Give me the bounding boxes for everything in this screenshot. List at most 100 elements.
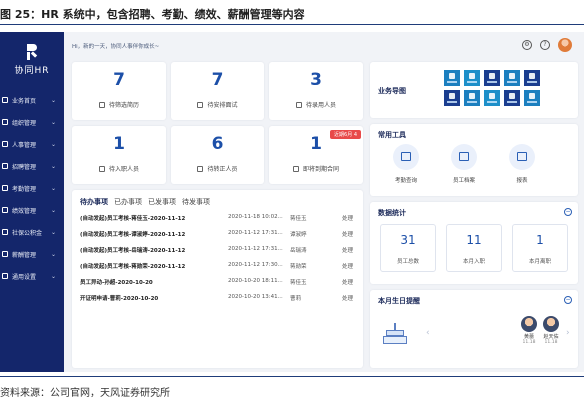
home-icon bbox=[2, 97, 8, 103]
tab-done[interactable]: 已办事项 bbox=[114, 197, 142, 207]
module-tile-icon[interactable] bbox=[524, 90, 540, 106]
top-actions: ⚙ ? bbox=[522, 38, 572, 52]
collapse-icon[interactable]: − bbox=[564, 208, 572, 216]
business-map-tiles[interactable] bbox=[444, 70, 572, 108]
stat-card-regularization[interactable]: 6 待转正人员 bbox=[171, 126, 264, 184]
module-tile-icon[interactable] bbox=[484, 90, 500, 106]
resume-icon bbox=[98, 101, 105, 108]
stat-monthly-hires[interactable]: 11 本月入职 bbox=[446, 224, 502, 272]
sidebar-item-attendance[interactable]: 考勤管理 ⌄ bbox=[0, 177, 64, 199]
sidebar-item-recruitment[interactable]: 招聘管理 ⌄ bbox=[0, 155, 64, 177]
organization-icon bbox=[2, 119, 8, 125]
module-tile-icon[interactable] bbox=[504, 70, 520, 86]
stat-card-resumes[interactable]: 7 待筛选简历 bbox=[72, 62, 166, 120]
employee-file-icon bbox=[451, 144, 477, 170]
module-tile-icon[interactable] bbox=[464, 70, 480, 86]
table-row[interactable]: 开证明申请-曹莉-2020-10-20 2020-10-20 13:41... 曹莉… bbox=[80, 292, 370, 306]
chevron-right-icon[interactable]: › bbox=[566, 328, 570, 338]
greeting-text: Hi，新的一天，协同人事伴你成长~ bbox=[72, 44, 160, 50]
figure-source: 资料来源：公司官网，天风证券研究所 bbox=[0, 388, 170, 399]
tab-todo[interactable]: 待办事项 bbox=[80, 197, 108, 207]
tab-sent[interactable]: 已发事项 bbox=[148, 197, 176, 207]
stat-total-employees[interactable]: 31 员工总数 bbox=[380, 224, 436, 272]
chevron-down-icon: ⌄ bbox=[50, 272, 56, 280]
handle-link[interactable]: 处理 bbox=[342, 246, 353, 254]
clock-icon bbox=[2, 185, 8, 191]
chevron-left-icon[interactable]: ‹ bbox=[426, 328, 430, 338]
chevron-down-icon: ⌄ bbox=[50, 228, 56, 236]
source-divider bbox=[0, 376, 584, 377]
sidebar-item-social-security[interactable]: 社保公积金 ⌄ bbox=[0, 221, 64, 243]
common-tools-title: 常用工具 bbox=[378, 131, 406, 139]
module-tile-icon[interactable] bbox=[484, 70, 500, 86]
business-map-title: 业务导图 bbox=[378, 87, 406, 95]
chevron-down-icon: ⌄ bbox=[50, 250, 56, 258]
chevron-down-icon: ⌄ bbox=[50, 96, 56, 104]
app-logo[interactable]: 协同HR bbox=[10, 44, 54, 76]
person-icon bbox=[2, 141, 8, 147]
stat-card-onboarding[interactable]: 1 待入职人员 bbox=[72, 126, 166, 184]
chevron-down-icon: ⌄ bbox=[50, 118, 56, 126]
handle-link[interactable]: 处理 bbox=[342, 214, 353, 222]
collapse-icon[interactable]: − bbox=[564, 296, 572, 304]
interview-icon bbox=[197, 101, 204, 108]
calendar-icon bbox=[197, 165, 204, 172]
sidebar-item-settings[interactable]: 通用设置 ⌄ bbox=[0, 265, 64, 287]
recruit-icon bbox=[2, 163, 8, 169]
table-row[interactable]: (自动发起)员工考核-岳瑞涛-2020-11-12 2020-11-12 17:3… bbox=[80, 244, 370, 258]
birthday-title: 本月生日提醒 bbox=[378, 297, 420, 305]
module-tile-icon[interactable] bbox=[524, 70, 540, 86]
stat-card-contracts[interactable]: 近期6月 4 1 即将到期合同 bbox=[269, 126, 363, 184]
org-chart-icon[interactable]: ⚙ bbox=[522, 40, 532, 50]
handle-link[interactable]: 处理 bbox=[342, 294, 353, 302]
table-row[interactable]: 员工异动-孙超-2020-10-20 2020-10-20 18:11... 蒋佳玉… bbox=[80, 276, 370, 290]
sidebar-item-organization[interactable]: 组织管理 ⌄ bbox=[0, 111, 64, 133]
report-icon bbox=[509, 144, 535, 170]
stat-card-hires[interactable]: 3 待录用人员 bbox=[269, 62, 363, 120]
module-tile-icon[interactable] bbox=[444, 70, 460, 86]
tasks-tabs: 待办事项 已办事项 已发事项 待发事项 bbox=[80, 197, 210, 207]
tab-to-send[interactable]: 待发事项 bbox=[182, 197, 210, 207]
handle-link[interactable]: 处理 bbox=[342, 230, 353, 238]
handle-link[interactable]: 处理 bbox=[342, 278, 353, 286]
help-icon[interactable]: ? bbox=[540, 40, 550, 50]
logo-text: 协同HR bbox=[14, 66, 50, 76]
table-row[interactable]: (自动发起)员工考核-谭淑婷-2020-11-12 2020-11-12 17:3… bbox=[80, 228, 370, 242]
top-bar: Hi，新的一天，协同人事伴你成长~ ⚙ ? bbox=[64, 32, 584, 60]
birthday-person[interactable]: 赵天佑 11.18 bbox=[540, 316, 562, 345]
chart-icon bbox=[2, 207, 8, 213]
table-row[interactable]: (自动发起)员工考核-蒋佳玉-2020-11-12 2020-11-18 10:0… bbox=[80, 212, 370, 226]
user-avatar[interactable] bbox=[558, 38, 572, 52]
module-tile-icon[interactable] bbox=[504, 90, 520, 106]
sidebar: 协同HR 业务首页 ⌄ 组织管理 ⌄ 人事管理 ⌄ 招聘管理 ⌄ 考勤管理 ⌄ 绩效管理 ⌄… bbox=[0, 32, 64, 372]
sidebar-item-payroll[interactable]: 薪酬管理 ⌄ bbox=[0, 243, 64, 265]
contract-icon bbox=[292, 165, 299, 172]
tool-reports[interactable]: 报表 bbox=[494, 144, 550, 184]
birthday-person[interactable]: 黄蕾 11.18 bbox=[518, 316, 540, 345]
caption-divider bbox=[0, 24, 584, 25]
figure-caption: 图 25：HR 系统中，包含招聘、考勤、绩效、薪酬管理等内容 bbox=[0, 8, 305, 21]
table-row[interactable]: (自动发起)员工考核-蒋勋荣-2020-11-12 2020-11-12 17:3… bbox=[80, 260, 370, 274]
tool-attendance-query[interactable]: 考勤查询 bbox=[378, 144, 434, 184]
sidebar-item-home[interactable]: 业务首页 ⌄ bbox=[0, 89, 64, 111]
module-tile-icon[interactable] bbox=[464, 90, 480, 106]
sidebar-item-personnel[interactable]: 人事管理 ⌄ bbox=[0, 133, 64, 155]
avatar bbox=[543, 316, 559, 332]
avatar bbox=[521, 316, 537, 332]
data-stats-title: 数据统计 bbox=[378, 209, 406, 217]
onboard-icon bbox=[98, 165, 105, 172]
tool-employee-files[interactable]: 员工档案 bbox=[436, 144, 492, 184]
shield-icon bbox=[2, 229, 8, 235]
chevron-down-icon: ⌄ bbox=[50, 206, 56, 214]
sidebar-item-performance[interactable]: 绩效管理 ⌄ bbox=[0, 199, 64, 221]
gear-icon bbox=[2, 273, 8, 279]
stat-monthly-leavers[interactable]: 1 本月离职 bbox=[512, 224, 568, 272]
handle-link[interactable]: 处理 bbox=[342, 262, 353, 270]
stat-card-interviews[interactable]: 7 待安排面试 bbox=[171, 62, 264, 120]
birthday-panel: 本月生日提醒 − ‹ 黄蕾 11.18 赵天佑 11.18 › bbox=[370, 290, 578, 368]
hr-dashboard-screenshot: 协同HR 业务首页 ⌄ 组织管理 ⌄ 人事管理 ⌄ 招聘管理 ⌄ 考勤管理 ⌄ 绩效管理 ⌄… bbox=[0, 32, 584, 372]
business-map-panel: 业务导图 bbox=[370, 62, 578, 118]
chevron-down-icon: ⌄ bbox=[50, 140, 56, 148]
chevron-down-icon: ⌄ bbox=[50, 184, 56, 192]
module-tile-icon[interactable] bbox=[444, 90, 460, 106]
